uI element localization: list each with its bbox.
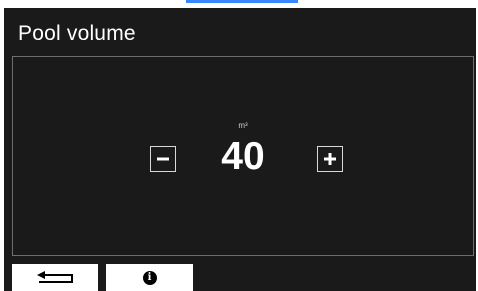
info-button[interactable]: i (106, 264, 193, 291)
return-arrow-icon (37, 270, 73, 283)
page-title: Pool volume (18, 22, 136, 45)
minus-icon (157, 157, 169, 161)
increase-button[interactable] (317, 146, 343, 172)
plus-icon (324, 153, 336, 165)
back-button[interactable] (12, 264, 98, 291)
volume-panel: m³ 40 (12, 56, 474, 256)
volume-unit-label: m³ (238, 121, 248, 130)
top-accent-bar (186, 0, 298, 3)
pool-volume-screen: Pool volume m³ 40 i (4, 8, 476, 291)
info-icon: i (142, 270, 157, 285)
volume-value: 40 (221, 135, 265, 178)
decrease-button[interactable] (150, 146, 176, 172)
